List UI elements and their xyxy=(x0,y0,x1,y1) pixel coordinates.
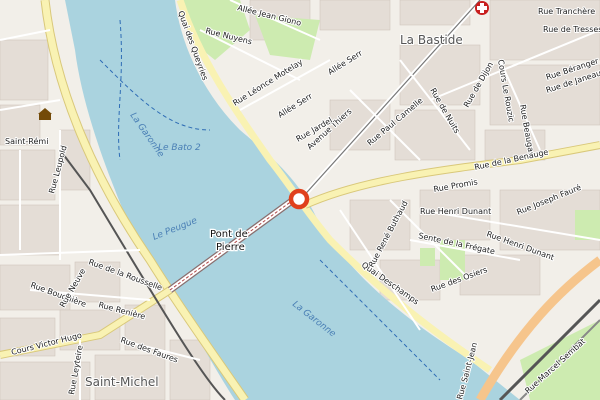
street-label: Saint-Rémi xyxy=(5,136,48,146)
district-label-saint-michel: Saint-Michel xyxy=(85,375,159,389)
street-label: Rue Henri Dunant xyxy=(420,207,491,216)
map-view[interactable]: La Bastide Saint-Michel Pont de Pierre L… xyxy=(0,0,600,400)
bridge-label-line1: Pont de xyxy=(210,229,248,240)
bridge-label-line2: Pierre xyxy=(216,242,245,253)
street-label: Rue Tranchère xyxy=(538,6,595,16)
district-label-bastide: La Bastide xyxy=(400,33,463,47)
location-marker-icon[interactable] xyxy=(288,188,310,210)
pharmacy-cross-icon[interactable] xyxy=(475,1,489,15)
street-label: Rue de Tresses xyxy=(543,25,600,34)
map-canvas[interactable]: La Bastide Saint-Michel Pont de Pierre L… xyxy=(0,0,600,400)
water-label-bato: Le Bato 2 xyxy=(158,143,201,153)
